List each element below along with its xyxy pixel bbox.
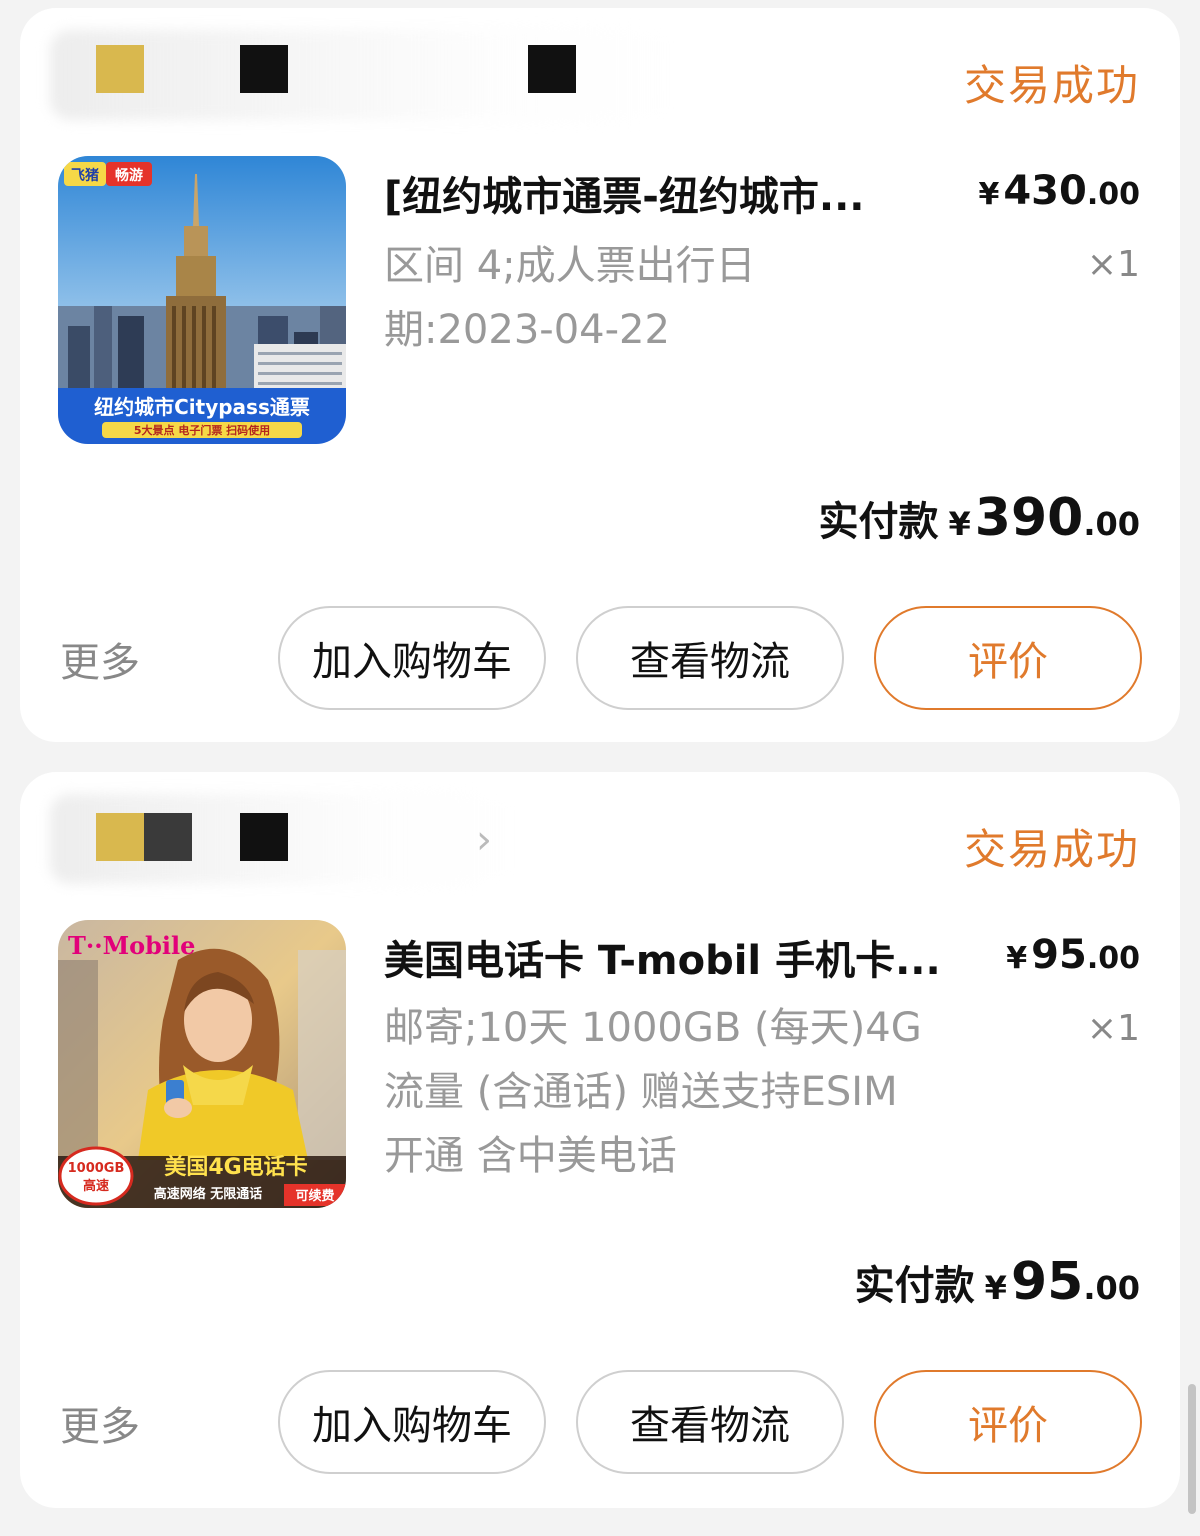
spec-line: 邮寄;10天 1000GB (每天)4G: [384, 1005, 922, 1051]
amount-paid-dec: .00: [1083, 1269, 1140, 1307]
thumbnail-badge-text: 畅游: [115, 167, 143, 184]
amount-paid-label: 实付款: [854, 1263, 975, 1309]
shop-logo-block: [144, 813, 192, 861]
add-to-cart-button[interactable]: 加入购物车: [278, 606, 546, 710]
thumbnail-subcaption: 高速网络 无限通话: [154, 1186, 263, 1202]
amount-paid-dec: .00: [1083, 505, 1140, 543]
amount-paid: 实付款 ¥95.00: [855, 1252, 1140, 1312]
price-dec: .00: [1086, 941, 1140, 976]
view-logistics-button[interactable]: 查看物流: [576, 1370, 844, 1474]
currency-symbol: ¥: [984, 1269, 1007, 1307]
product-thumbnail[interactable]: 纽约城市Citypass通票 5大景点 电子门票 扫码使用 飞猪 畅游: [58, 156, 346, 444]
product-title[interactable]: 美国电话卡 T-mobil 手机卡...: [384, 928, 944, 986]
order-card[interactable]: 交易成功 纽约城市Citypass通票 5大景点 电子门票 扫码使用 飞猪 畅游…: [20, 8, 1180, 742]
scrollbar[interactable]: [1188, 1384, 1196, 1514]
thumbnail-badge-sub: 高速: [83, 1178, 109, 1194]
spec-line: 区间 4;成人票出行日: [384, 243, 756, 289]
view-logistics-button[interactable]: 查看物流: [576, 606, 844, 710]
thumbnail-subcaption: 5大景点 电子门票 扫码使用: [134, 423, 270, 437]
currency-symbol: ¥: [978, 177, 1000, 212]
price-dec: .00: [1086, 177, 1140, 212]
unit-price: ¥430.00: [978, 168, 1140, 214]
more-link[interactable]: 更多: [60, 630, 140, 688]
tmobile-sim-card-woman-image: T··Mobile 美国4G电话卡 高速网络 无限通话 可续费 1000GB 高…: [58, 920, 346, 1208]
quantity: ×1: [1086, 244, 1140, 285]
more-link[interactable]: 更多: [60, 1394, 140, 1452]
add-to-cart-button[interactable]: 加入购物车: [278, 1370, 546, 1474]
shop-logo-block: [96, 45, 144, 93]
amount-paid-label: 实付款: [818, 499, 939, 545]
new-york-city-skyline-image: 纽约城市Citypass通票 5大景点 电子门票 扫码使用 飞猪 畅游: [58, 156, 346, 444]
order-card[interactable]: › 交易成功 T··Mobile 美国4G电话卡 高速网络 无限通话 可续费 1…: [20, 772, 1180, 1508]
amount-paid: 实付款 ¥390.00: [819, 488, 1141, 548]
review-button[interactable]: 评价: [874, 606, 1142, 710]
product-thumbnail[interactable]: T··Mobile 美国4G电话卡 高速网络 无限通话 可续费 1000GB 高…: [58, 920, 346, 1208]
shop-logo-block: [240, 813, 288, 861]
price-int: 430: [1003, 168, 1087, 214]
brand-text: T··Mobile: [68, 931, 195, 960]
thumbnail-caption: 美国4G电话卡: [164, 1154, 307, 1180]
thumbnail-tag: 可续费: [295, 1188, 334, 1204]
thumbnail-caption: 纽约城市Citypass通票: [94, 395, 310, 419]
order-status: 交易成功: [963, 61, 1140, 110]
review-button[interactable]: 评价: [874, 1370, 1142, 1474]
currency-symbol: ¥: [1006, 941, 1028, 976]
currency-symbol: ¥: [948, 505, 971, 543]
order-status: 交易成功: [963, 825, 1140, 874]
amount-paid-int: 95: [1010, 1252, 1084, 1312]
spec-line: 期:2023-04-22: [384, 307, 670, 353]
shop-logo-block: [96, 813, 144, 861]
thumbnail-badge: 1000GB: [68, 1161, 125, 1176]
product-spec: 区间 4;成人票出行日 期:2023-04-22: [384, 234, 984, 362]
amount-paid-int: 390: [974, 488, 1084, 548]
product-title[interactable]: [纽约城市通票-纽约城市...: [384, 164, 944, 222]
thumbnail-badge-tag: 飞猪: [71, 167, 99, 184]
chevron-right-icon[interactable]: ›: [476, 820, 492, 860]
spec-line: 流量 (含通话) 赠送支持ESIM: [384, 1069, 898, 1115]
shop-logo-block: [240, 45, 288, 93]
product-spec: 邮寄;10天 1000GB (每天)4G 流量 (含通话) 赠送支持ESIM 开…: [384, 996, 984, 1188]
unit-price: ¥95.00: [1006, 932, 1140, 978]
price-int: 95: [1031, 932, 1087, 978]
shop-logo-block: [528, 45, 576, 93]
spec-line: 开通 含中美电话: [384, 1133, 677, 1179]
quantity: ×1: [1086, 1008, 1140, 1049]
